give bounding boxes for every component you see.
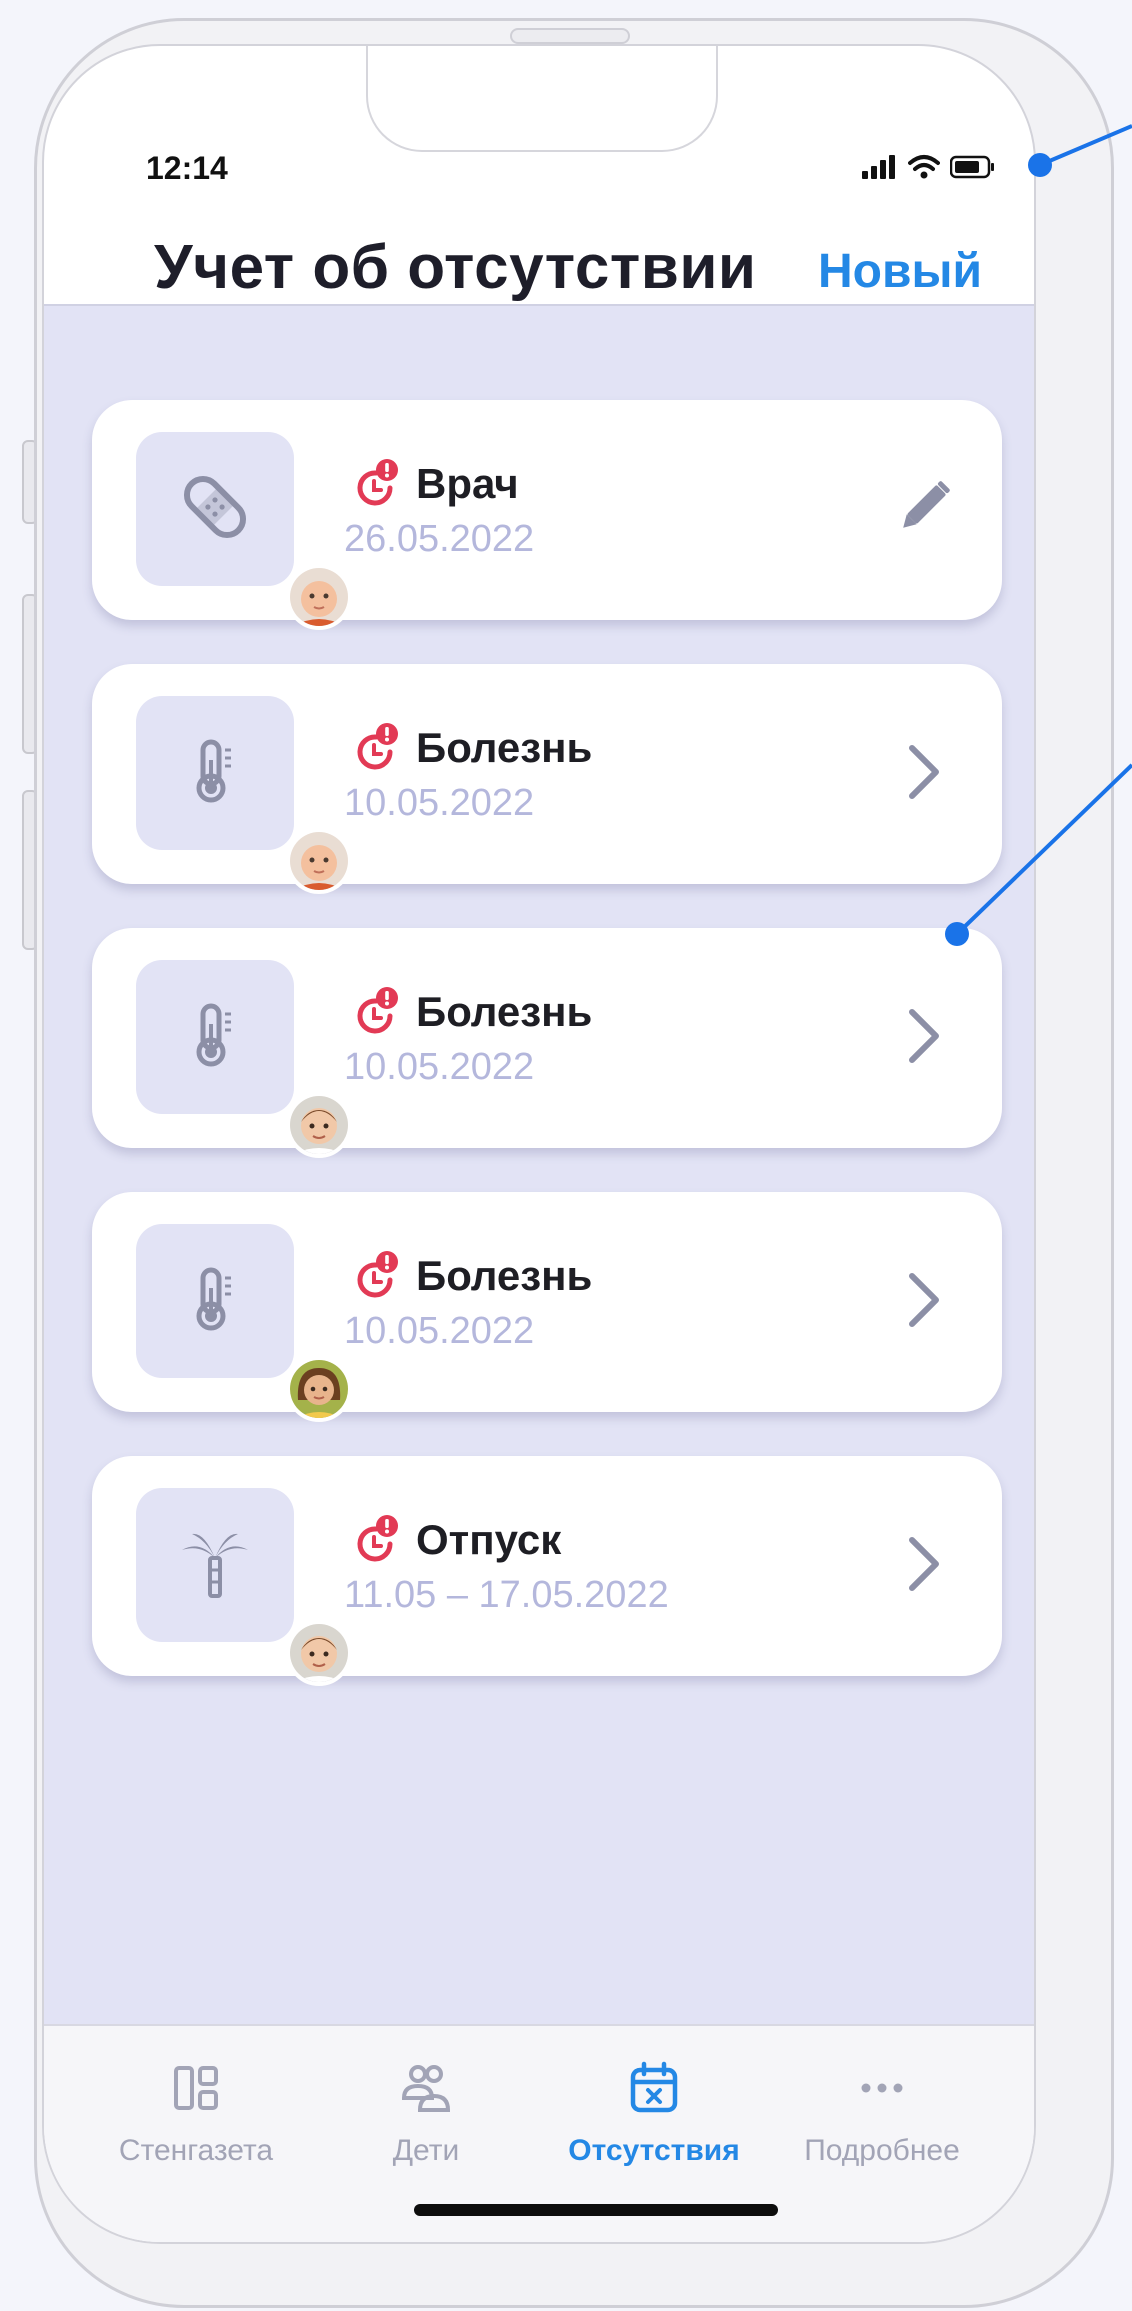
absence-card[interactable]: Врач 26.05.2022 <box>92 400 1002 630</box>
absence-date: 10.05.2022 <box>344 1310 535 1352</box>
chevron-right-icon[interactable] <box>888 736 958 808</box>
calendar-x-icon <box>630 2061 678 2113</box>
children-icon <box>401 2065 451 2112</box>
new-absence-button[interactable]: Новый <box>818 244 982 299</box>
category-tile <box>136 960 352 1158</box>
palm-tree-icon <box>182 1533 248 1598</box>
pending-clock-icon <box>357 1515 398 1562</box>
child-avatar <box>286 1620 352 1686</box>
absence-card[interactable]: Отпуск 11.05 – 17.05.2022 <box>92 1456 1002 1686</box>
tab-label: Дети <box>392 2134 460 2167</box>
absence-card[interactable]: Болезнь 10.05.2022 <box>92 1192 1002 1422</box>
more-icon <box>861 2083 903 2093</box>
signal-icon <box>862 155 895 179</box>
absence-type: Отпуск <box>416 1516 562 1563</box>
baby-face-icon <box>290 568 348 626</box>
wifi-icon <box>908 155 940 179</box>
pending-clock-icon <box>357 459 398 506</box>
category-tile <box>136 1224 352 1422</box>
absence-type: Врач <box>416 460 519 507</box>
thermometer-icon <box>196 1003 231 1067</box>
thermometer-icon <box>196 739 231 803</box>
tab-label: Подробнее <box>804 2134 960 2167</box>
notch <box>366 46 718 152</box>
girl-face-icon <box>290 1360 348 1418</box>
dashboard-icon <box>174 2066 218 2110</box>
chevron-right-icon[interactable] <box>888 1264 958 1336</box>
chevron-right-icon[interactable] <box>888 1000 958 1072</box>
thermometer-icon <box>196 1267 231 1331</box>
pending-clock-icon <box>357 987 398 1034</box>
category-tile <box>136 432 352 630</box>
status-icons <box>862 154 996 180</box>
child-avatar <box>286 564 352 630</box>
tab-children[interactable]: Дети <box>316 2060 536 2168</box>
baby-face-icon <box>290 832 348 890</box>
pending-clock-icon <box>357 1251 398 1298</box>
absence-type: Болезнь <box>416 1252 593 1299</box>
category-tile <box>136 1488 352 1686</box>
child-face-icon <box>290 1624 348 1682</box>
tab-label: Отсутствия <box>568 2134 740 2167</box>
child-avatar <box>286 1092 352 1158</box>
tab-more[interactable]: Подробнее <box>772 2060 992 2168</box>
category-tile <box>136 696 352 894</box>
tab-absences[interactable]: Отсутствия <box>544 2060 764 2168</box>
chevron-right-icon[interactable] <box>888 1528 958 1600</box>
pencil-icon[interactable] <box>888 472 958 544</box>
absence-list: Врач 26.05.2022 Болезнь 10.05.2022 Болез… <box>44 304 1034 2026</box>
battery-icon <box>950 155 994 179</box>
absence-card[interactable]: Болезнь 10.05.2022 <box>92 928 1002 1158</box>
absence-date: 11.05 – 17.05.2022 <box>344 1574 669 1616</box>
absence-date: 26.05.2022 <box>344 518 535 560</box>
status-time: 12:14 <box>146 150 228 186</box>
speaker-grille <box>510 28 630 44</box>
absence-type: Болезнь <box>416 724 593 771</box>
child-avatar <box>286 828 352 894</box>
absence-date: 10.05.2022 <box>344 1046 535 1088</box>
child-avatar <box>286 1356 352 1422</box>
tab-newsboard[interactable]: Стенгазета <box>86 2060 306 2168</box>
page-title: Учет об отсутствии <box>154 233 757 302</box>
tab-label: Стенгазета <box>118 2134 274 2167</box>
absence-card[interactable]: Болезнь 10.05.2022 <box>92 664 1002 894</box>
home-indicator <box>414 2204 778 2216</box>
absence-date: 10.05.2022 <box>344 782 535 824</box>
absence-type: Болезнь <box>416 988 593 1035</box>
child-face-icon <box>290 1096 348 1154</box>
phone-screen: 12:14 Учет об отсутствии Новый Врач 26.0… <box>42 44 1036 2244</box>
pending-clock-icon <box>357 723 398 770</box>
bandage-icon <box>183 475 247 539</box>
